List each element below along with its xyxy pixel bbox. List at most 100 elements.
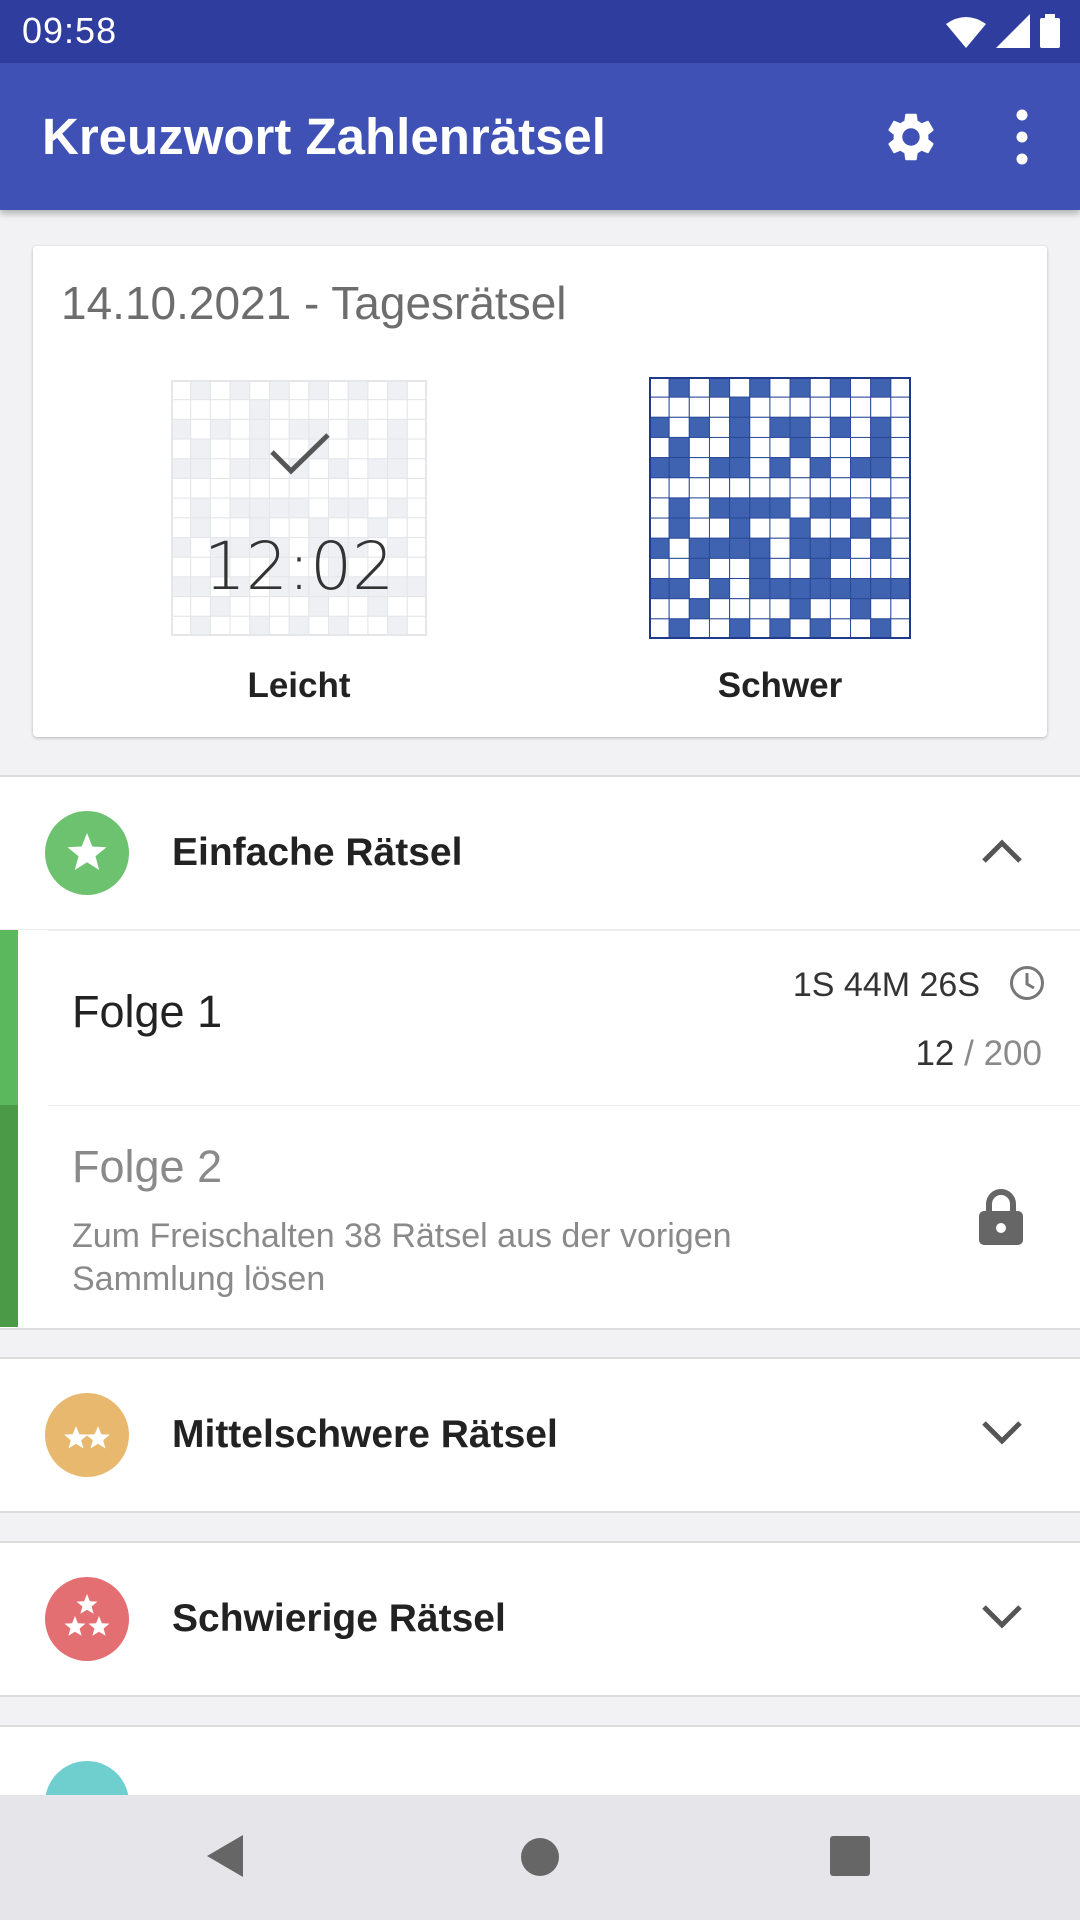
gear-icon[interactable]: [882, 108, 940, 166]
grid-cell: [249, 418, 270, 440]
grid-cell: [749, 517, 771, 539]
grid-cell: [850, 477, 872, 499]
grid-cell: [249, 399, 270, 420]
grid-cell: [328, 418, 349, 440]
section-hard-header[interactable]: Schwierige Rätsel: [0, 1543, 1080, 1695]
grid-cell: [347, 477, 369, 499]
grid-cell: [850, 517, 872, 539]
grid-cell: [229, 418, 251, 440]
grid-cell: [809, 497, 831, 519]
grid-cell: [850, 457, 872, 479]
grid-cell: [190, 438, 211, 460]
grid-cell: [688, 578, 710, 600]
hard-badge: [45, 1577, 129, 1661]
grid-cell: [688, 477, 710, 499]
grid-cell: [367, 458, 389, 479]
grid-cell: [328, 458, 349, 479]
grid-cell: [367, 379, 389, 401]
back-icon[interactable]: [205, 1833, 245, 1879]
grid-cell: [789, 416, 811, 438]
grid-cell: [648, 436, 670, 459]
grid-cell: [850, 436, 872, 459]
grid-cell: [688, 416, 710, 438]
grid-cell: [688, 557, 710, 580]
grid-cell: [749, 537, 771, 559]
grid-cell: [328, 477, 349, 499]
grid-cell: [890, 376, 912, 398]
grid-cell: [729, 457, 751, 479]
chevron-down-icon[interactable]: [980, 1417, 1024, 1449]
grid-cell: [688, 497, 710, 519]
grid-cell: [229, 438, 251, 460]
grid-cell: [229, 458, 251, 479]
grid-cell: [890, 477, 912, 499]
grid-cell: [789, 537, 811, 559]
recents-icon[interactable]: [830, 1836, 870, 1876]
grid-cell: [387, 379, 408, 401]
daily-easy-puzzle[interactable]: 12:02: [170, 379, 428, 637]
grid-cell: [890, 497, 912, 519]
grid-cell: [668, 376, 690, 398]
grid-cell: [268, 477, 290, 499]
grid-cell: [850, 598, 872, 620]
chevron-up-icon[interactable]: [980, 835, 1024, 867]
section-medium-header[interactable]: Mittelschwere Rätsel: [0, 1359, 1080, 1511]
medium-badge: [45, 1393, 129, 1477]
grid-cell: [648, 497, 670, 519]
wifi-icon: [946, 17, 986, 48]
grid-cell: [890, 436, 912, 459]
grid-cell: [347, 497, 369, 519]
grid-cell: [249, 379, 270, 401]
grid-cell: [809, 557, 831, 580]
grid-cell: [406, 379, 428, 401]
grid-cell: [688, 457, 710, 479]
grid-cell: [367, 399, 389, 420]
grid-cell: [308, 477, 330, 499]
grid-cell: [769, 436, 791, 459]
grid-cell: [809, 416, 831, 438]
daily-hard-puzzle[interactable]: [648, 376, 912, 640]
grid-cell: [268, 379, 290, 401]
grid-cell: [749, 436, 771, 459]
grid-cell: [387, 477, 408, 499]
grid-cell: [850, 497, 872, 519]
grid-cell: [406, 497, 428, 519]
grid-cell: [170, 438, 192, 460]
grid-cell: [347, 615, 369, 637]
grid-cell: [347, 458, 369, 479]
grid-cell: [829, 457, 852, 479]
grid-cell: [870, 477, 892, 499]
app-bar: Kreuzwort Zahlenrätsel: [0, 63, 1080, 210]
grid-cell: [708, 376, 731, 398]
grid-cell: [769, 396, 791, 418]
grid-cell: [729, 618, 751, 640]
grid-cell: [708, 497, 731, 519]
divider: [48, 930, 1080, 931]
grid-cell: [708, 436, 731, 459]
grid-cell: [648, 618, 670, 640]
grid-cell: [308, 615, 330, 637]
grid-cell: [288, 497, 310, 519]
episode-name: Folge 2: [72, 1141, 223, 1192]
grid-cell: [729, 436, 751, 459]
grid-cell: [749, 557, 771, 580]
section-easy-header[interactable]: Einfache Rätsel: [0, 777, 1080, 929]
grid-cell: [170, 418, 192, 440]
home-icon[interactable]: [520, 1837, 560, 1877]
grid-cell: [249, 438, 270, 460]
more-vert-icon[interactable]: [1000, 107, 1044, 167]
grid-cell: [769, 517, 791, 539]
grid-cell: [729, 537, 751, 559]
episode-row-folge-2[interactable]: Folge 2 Zum Freischalten 38 Rätsel aus d…: [0, 1105, 1080, 1327]
grid-cell: [406, 399, 428, 420]
episode-row-folge-1[interactable]: Folge 1 1S 44M 26S 12 / 200: [0, 929, 1080, 1105]
grid-cell: [729, 557, 751, 580]
grid-cell: [268, 497, 290, 519]
grid-cell: [688, 517, 710, 539]
daily-title: 14.10.2021 - Tagesrätsel: [61, 277, 567, 329]
episode-time: 1S 44M 26S: [792, 966, 980, 1004]
grid-cell: [170, 379, 192, 401]
grid-cell: [387, 438, 408, 460]
chevron-down-icon[interactable]: [980, 1601, 1024, 1633]
grid-cell: [809, 517, 831, 539]
